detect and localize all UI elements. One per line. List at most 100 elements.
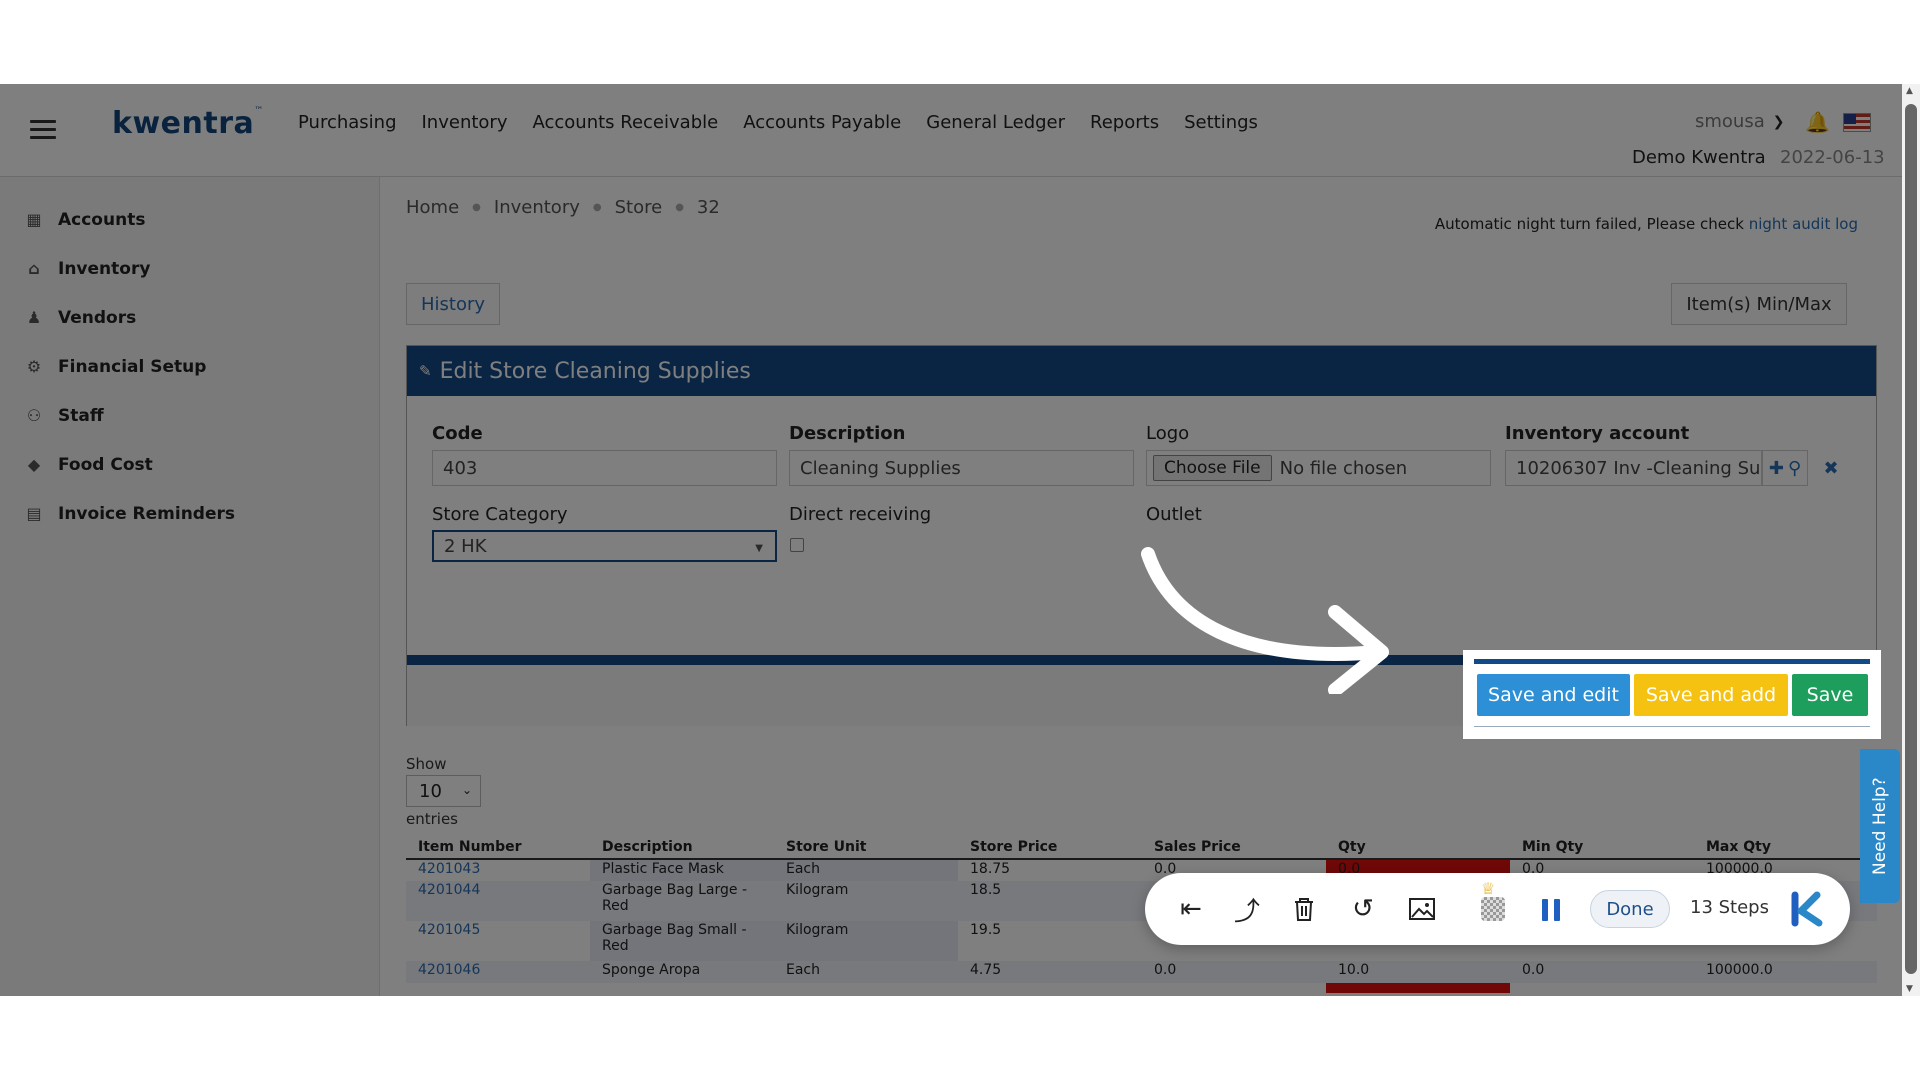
- item-number-link[interactable]: 4201044: [418, 882, 480, 898]
- sidebar: ▦ Accounts ⌂ Inventory ♟ Vendors ⚙ Financial…: [0, 177, 380, 996]
- kwentra-k-logo-icon[interactable]: [1787, 889, 1827, 929]
- form-actions-spotlight: Save and edit Save and add Save: [1463, 650, 1881, 739]
- cell-store-unit: Kilogram: [774, 921, 958, 961]
- cell-description: Garbage Bag Small - Red: [590, 921, 774, 961]
- breadcrumb-home[interactable]: Home: [406, 197, 459, 218]
- sidebar-item-invoice-reminders[interactable]: ▤ Invoice Reminders: [24, 504, 235, 524]
- nav-accounts-receivable[interactable]: Accounts Receivable: [532, 112, 718, 133]
- save-button[interactable]: Save: [1792, 674, 1868, 716]
- us-flag-icon[interactable]: [1843, 113, 1871, 132]
- panel-title: Edit Store Cleaning Supplies: [439, 358, 751, 384]
- blur-icon[interactable]: [1481, 897, 1505, 921]
- sidebar-item-label: Inventory: [58, 259, 151, 279]
- trash-icon[interactable]: [1288, 893, 1320, 925]
- entries-select[interactable]: 10 ⌄: [406, 775, 481, 807]
- search-icon[interactable]: ⚲: [1788, 458, 1801, 479]
- top-header: kwentra™ Purchasing Inventory Accounts R…: [0, 84, 1902, 177]
- choose-file-button[interactable]: Choose File: [1153, 455, 1272, 481]
- edit-icon: ✎: [419, 362, 432, 380]
- breadcrumb-inventory[interactable]: Inventory: [494, 197, 580, 218]
- pause-icon[interactable]: [1542, 899, 1560, 921]
- items-min-max-button[interactable]: Item(s) Min/Max: [1671, 283, 1847, 325]
- scroll-up-arrow-icon[interactable]: ▲: [1906, 86, 1913, 96]
- store-category-value: 2 HK: [444, 535, 487, 557]
- panel-header: ✎ Edit Store Cleaning Supplies: [407, 346, 1876, 396]
- col-sales-price[interactable]: Sales Price: [1142, 836, 1326, 860]
- breadcrumb-current: 32: [696, 197, 720, 218]
- sidebar-item-financial-setup[interactable]: ⚙ Financial Setup: [24, 357, 207, 377]
- sidebar-item-inventory[interactable]: ⌂ Inventory: [24, 259, 150, 279]
- dropdown-arrow-icon: ▼: [755, 543, 763, 554]
- user-menu[interactable]: smousa ❯: [1695, 111, 1784, 132]
- sidebar-item-vendors[interactable]: ♟ Vendors: [24, 308, 136, 328]
- breadcrumb-store[interactable]: Store: [615, 197, 663, 218]
- cell-store-price: 18.75: [958, 859, 1142, 881]
- breadcrumb-separator-icon: ●: [592, 202, 602, 213]
- person-icon: ♟: [26, 308, 42, 327]
- nav-settings[interactable]: Settings: [1184, 112, 1258, 133]
- actions-top-divider: [1474, 659, 1870, 664]
- inventory-account-tools: ✚ ⚲: [1762, 450, 1808, 486]
- col-store-unit[interactable]: Store Unit: [774, 836, 958, 860]
- nav-general-ledger[interactable]: General Ledger: [926, 112, 1065, 133]
- need-help-tab[interactable]: Need Help?: [1860, 749, 1900, 903]
- description-field[interactable]: Cleaning Supplies: [789, 450, 1134, 486]
- image-icon[interactable]: [1406, 893, 1438, 925]
- nav-accounts-payable[interactable]: Accounts Payable: [743, 112, 901, 133]
- undo-icon[interactable]: ↺: [1347, 893, 1379, 925]
- scroll-down-arrow-icon[interactable]: ▼: [1906, 984, 1913, 994]
- header-date: 2022-06-13: [1780, 147, 1885, 168]
- item-number-link[interactable]: 4201046: [418, 962, 480, 978]
- bell-icon[interactable]: 🔔: [1805, 110, 1830, 134]
- cell-description: Plastic Face Mask: [590, 859, 774, 881]
- col-description[interactable]: Description: [590, 836, 774, 860]
- done-button[interactable]: Done: [1590, 890, 1670, 928]
- night-audit-notice: Automatic night turn failed, Please chec…: [1435, 215, 1858, 233]
- notice-text: Automatic night turn failed, Please chec…: [1434, 215, 1744, 233]
- tag-icon: ◆: [27, 455, 41, 474]
- breadcrumb: Home ● Inventory ● Store ● 32: [406, 197, 720, 218]
- sidebar-item-food-cost[interactable]: ◆ Food Cost: [24, 455, 153, 475]
- breadcrumb-separator-icon: ●: [675, 202, 684, 213]
- rewind-to-start-icon[interactable]: ⇤: [1175, 893, 1207, 925]
- scrollbar-thumb[interactable]: [1905, 104, 1917, 974]
- hamburger-menu-icon[interactable]: [30, 120, 56, 140]
- direct-receiving-label: Direct receiving: [789, 504, 932, 525]
- save-and-add-button[interactable]: Save and add: [1634, 674, 1788, 716]
- direct-receiving-checkbox[interactable]: [790, 538, 804, 552]
- sidebar-item-accounts[interactable]: ▦ Accounts: [24, 210, 145, 230]
- history-button[interactable]: History: [406, 283, 500, 325]
- coin-gear-icon: ⚙: [26, 357, 42, 376]
- col-max-qty[interactable]: Max Qty: [1694, 836, 1877, 860]
- night-audit-log-link[interactable]: night audit log: [1749, 215, 1858, 233]
- logo-file-input[interactable]: Choose File No file chosen: [1146, 450, 1491, 486]
- tutorial-arrow-icon: [1141, 547, 1389, 694]
- sidebar-item-label: Financial Setup: [58, 357, 207, 377]
- store-category-select[interactable]: 2 HK ▼: [432, 530, 777, 562]
- users-icon: ⚇: [26, 406, 42, 425]
- page-scrollbar[interactable]: ▲ ▼: [1902, 84, 1920, 996]
- calculator-icon: ▦: [26, 210, 42, 229]
- nav-reports[interactable]: Reports: [1090, 112, 1159, 133]
- share-up-icon[interactable]: ⤴: [1231, 893, 1263, 927]
- item-number-link[interactable]: 4201043: [418, 861, 480, 877]
- add-icon[interactable]: ✚: [1769, 458, 1784, 479]
- nav-purchasing[interactable]: Purchasing: [298, 112, 397, 133]
- brand-logo[interactable]: kwentra™: [112, 106, 264, 141]
- col-min-qty[interactable]: Min Qty: [1510, 836, 1694, 860]
- sidebar-item-label: Food Cost: [58, 455, 153, 475]
- col-store-price[interactable]: Store Price: [958, 836, 1142, 860]
- actions-bottom-divider: [1474, 726, 1870, 727]
- nav-inventory[interactable]: Inventory: [422, 112, 508, 133]
- steps-count: 13 Steps: [1690, 897, 1769, 918]
- document-icon: ▤: [26, 504, 42, 523]
- inventory-account-field[interactable]: 10206307 Inv -Cleaning Su: [1505, 450, 1762, 486]
- sidebar-item-staff[interactable]: ⚇ Staff: [24, 406, 104, 426]
- cell-store-price: 18.5: [958, 881, 1142, 921]
- col-item-number[interactable]: Item Number: [406, 836, 590, 860]
- save-and-edit-button[interactable]: Save and edit: [1477, 674, 1630, 716]
- item-number-link[interactable]: 4201045: [418, 922, 480, 938]
- clear-icon[interactable]: ✖: [1817, 450, 1845, 486]
- code-field[interactable]: 403: [432, 450, 777, 486]
- col-qty[interactable]: Qty: [1326, 836, 1510, 860]
